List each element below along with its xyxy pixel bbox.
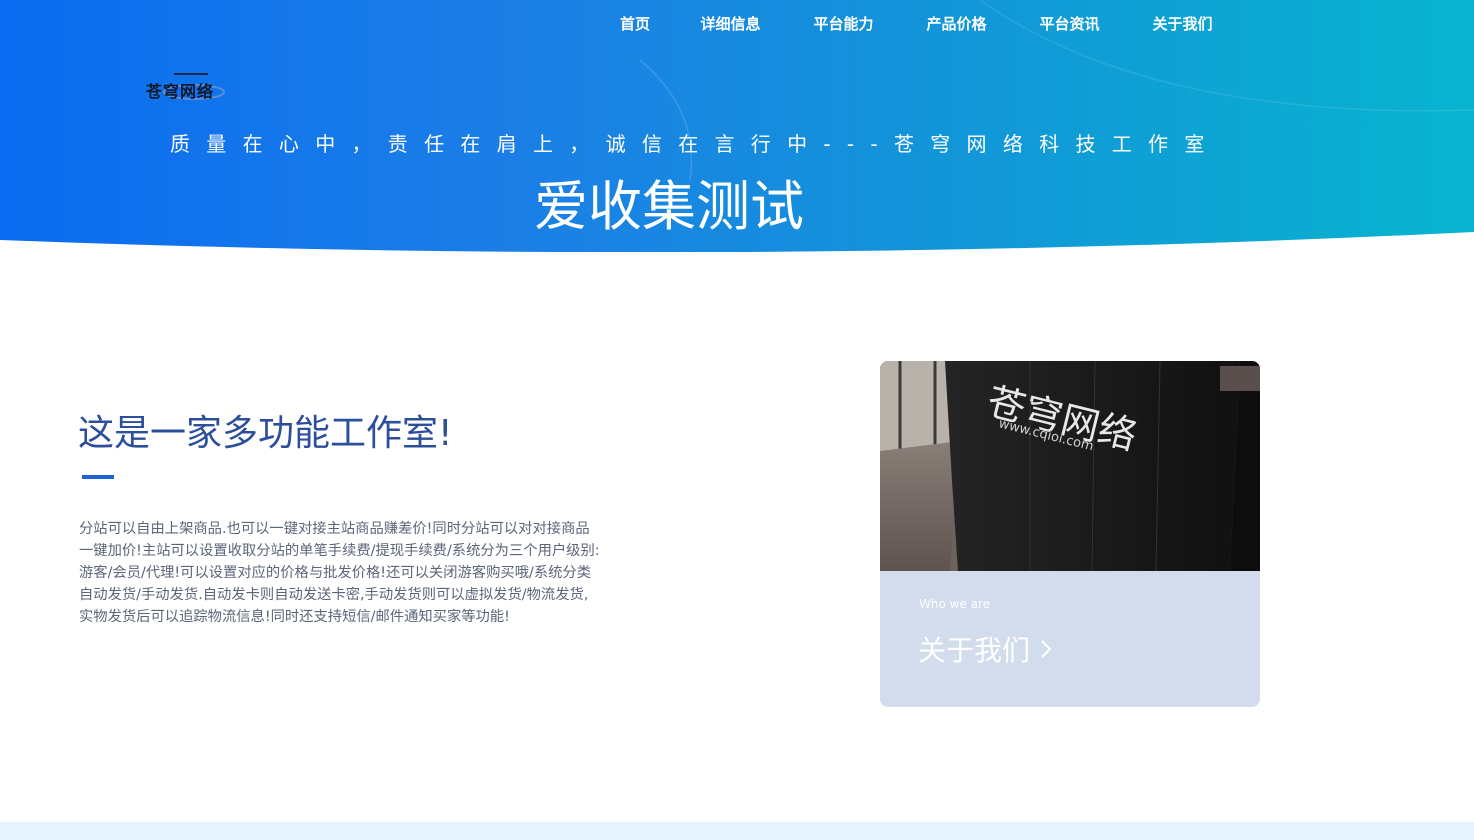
intro-line: 自动发货/手动发货.自动发卡则自动发送卡密,手动发货则可以虚拟发货/物流发货, (79, 587, 589, 603)
hero-title: 爱收集测试 (534, 175, 804, 238)
logo-text: 苍穹网络 (146, 82, 215, 101)
about-us-label: 关于我们 (918, 634, 1031, 667)
hero-slogan: 质量在心中，责任在肩上，诚信在言行中---苍穹网络科技工作室 (170, 132, 1221, 156)
intro-line: 分站可以自由上架商品.也可以一键对接主站商品赚差价!同时分站可以对对接商品 (79, 521, 590, 537)
main-nav: 首页 详细信息 平台能力 产品价格 平台资讯 关于我们 (596, 12, 1239, 36)
hero-banner: 首页 详细信息 平台能力 产品价格 平台资讯 关于我们 苍穹网络 质量在心中，责… (0, 0, 1474, 252)
intro-line: 游客/会员/代理!可以设置对应的价格与批发价格!还可以关闭游客购买哦/系统分类 (79, 565, 592, 581)
nav-item-pricing[interactable]: 产品价格 (900, 12, 1013, 36)
heading-accent-bar (82, 475, 114, 479)
nav-item-about[interactable]: 关于我们 (1126, 12, 1239, 36)
card-subtitle: Who we are (919, 597, 991, 611)
intro-line: 一键加价!主站可以设置收取分站的单笔手续费/提现手续费/系统分为三个用户级别: (79, 543, 600, 559)
intro-heading: 这是一家多功能工作室! (78, 413, 453, 454)
nav-item-home[interactable]: 首页 (596, 12, 674, 36)
site-logo[interactable]: 苍穹网络 (144, 70, 228, 104)
intro-description: 分站可以自由上架商品.也可以一键对接主站商品赚差价!同时分站可以对对接商品 一键… (79, 518, 659, 628)
about-card[interactable]: 苍穹网络 www.cqioi.com Who we are 关于我们 (880, 361, 1260, 707)
about-us-link[interactable]: 关于我们 (918, 629, 1052, 669)
chevron-right-icon (1041, 640, 1052, 658)
nav-item-news[interactable]: 平台资讯 (1013, 12, 1126, 36)
office-sign-photo: 苍穹网络 www.cqioi.com (880, 361, 1260, 571)
next-section-band (0, 822, 1474, 840)
nav-item-details[interactable]: 详细信息 (674, 12, 787, 36)
intro-line: 实物发货后可以追踪物流信息!同时还支持短信/邮件通知买家等功能! (79, 609, 510, 625)
nav-item-capabilities[interactable]: 平台能力 (787, 12, 900, 36)
